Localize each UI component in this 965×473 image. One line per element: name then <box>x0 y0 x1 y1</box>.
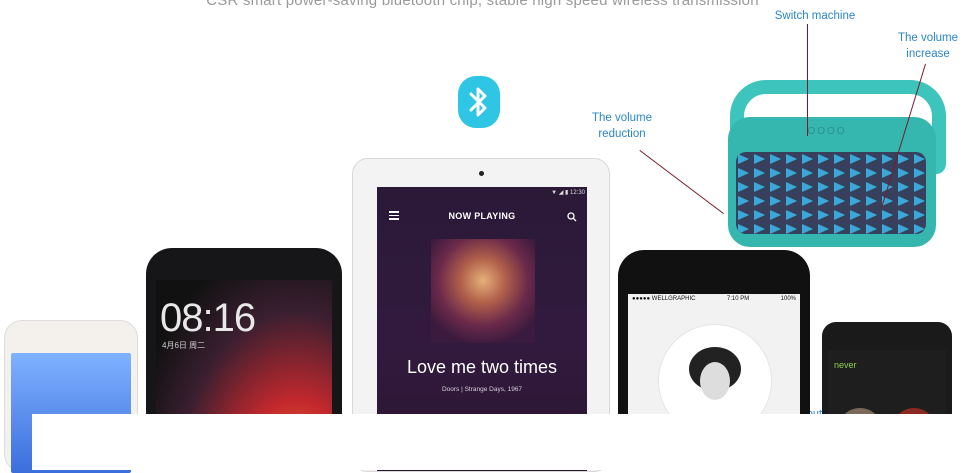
callout-volume-increase: The volume increase <box>897 32 959 60</box>
mi-phone-clock: 08:16 <box>160 296 256 340</box>
now-playing-header: NOW PLAYING <box>448 211 516 221</box>
callout-volume-reduction: The volume reduction <box>591 112 653 140</box>
iphone-status-bar: ●●●●● WELLGRAPHIC 7:10 PM 100% <box>628 296 800 302</box>
status-time: 7:10 PM <box>726 296 750 302</box>
battery-label: 100% <box>780 296 796 302</box>
callout-switch-machine: Switch machine <box>774 10 856 22</box>
tablet-status-bar: ▼ ◢ ▮ 12:30 <box>551 190 585 196</box>
search-icon[interactable] <box>567 209 577 227</box>
bluetooth-icon <box>458 76 500 128</box>
bottom-cover <box>32 414 956 470</box>
mi-phone-date: 4月6日 周二 <box>162 341 206 350</box>
song-title: Love me two times <box>406 357 558 377</box>
speaker-grill <box>736 152 926 234</box>
song-artist-album: Doors | Strange Days, 1967 <box>441 386 523 393</box>
speaker-logo: OOOO <box>807 126 847 137</box>
leader-line-switch <box>807 24 808 136</box>
album-art <box>431 239 535 343</box>
leader-line-volume-reduction <box>639 150 724 214</box>
android-app-name: never <box>834 360 857 370</box>
tablet-camera <box>479 171 484 176</box>
carrier-label: ●●●●● WELLGRAPHIC <box>632 296 696 302</box>
